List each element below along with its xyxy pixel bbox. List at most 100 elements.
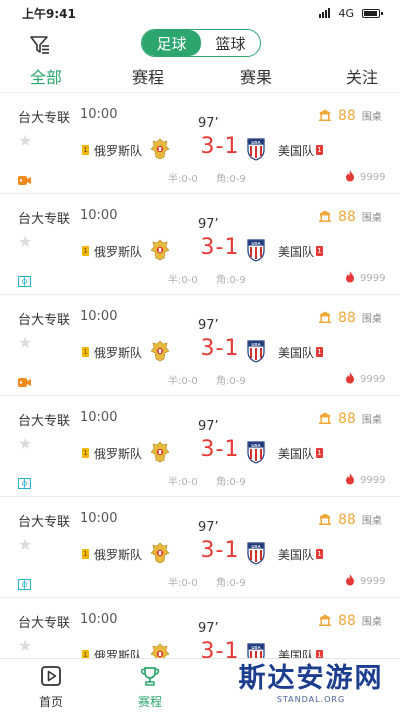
nav-home[interactable]: 首页 (21, 665, 81, 710)
usa-crest-icon: USA (246, 541, 266, 565)
heat-count: 9999 (360, 576, 386, 587)
bet-indicator: 88 围桌 (318, 510, 382, 529)
yellow-card-icon: 1 (82, 650, 89, 658)
match-time: 10:00 (80, 309, 118, 324)
yellow-card-icon: 1 (82, 448, 89, 458)
tab-schedule[interactable]: 赛程 (132, 64, 164, 88)
sport-tab-football[interactable]: 足球 (142, 30, 201, 56)
home-team: 俄罗斯队 (94, 649, 143, 658)
match-minute: 97’ (198, 116, 219, 131)
match-time: 10:00 (80, 208, 118, 223)
heat-indicator: 9999 (345, 170, 385, 185)
corner-count: 角:0-9 (216, 477, 246, 488)
corner-count: 角:0-9 (216, 275, 246, 286)
match-card[interactable]: 台大专联 10:00 ★ 97’ 88 围桌 1 俄罗斯队 3-1 USA 美国队 1 半:0-0 角:0… (0, 92, 400, 193)
home-team: 俄罗斯队 (94, 245, 143, 259)
home-team: 俄罗斯队 (94, 346, 143, 360)
bet-label: 围桌 (361, 213, 382, 224)
match-minute: 97’ (198, 217, 219, 232)
home-team: 俄罗斯队 (94, 144, 143, 158)
match-card[interactable]: 台大专联 10:00 ★ 97’ 88 围桌 1 俄罗斯队 3-1 USA 美国队 1 半:0-0 角:0… (0, 294, 400, 395)
russia-crest-icon (150, 339, 170, 363)
away-team: 美国队 (278, 245, 315, 259)
star-icon[interactable]: ★ (18, 537, 32, 553)
filter-tabs: 全部 赛程 赛果 关注 (0, 64, 400, 90)
red-card-icon: 1 (316, 650, 323, 658)
match-score: 3-1 (200, 639, 240, 658)
bet-count: 88 (338, 107, 356, 124)
league-name: 台大专联 (18, 313, 71, 328)
network-type: 4G (338, 6, 354, 20)
away-team: 美国队 (278, 346, 315, 360)
corner-count: 角:0-9 (216, 578, 246, 589)
tab-follow[interactable]: 关注 (346, 64, 378, 88)
star-icon[interactable]: ★ (18, 234, 32, 250)
bet-indicator: 88 围桌 (318, 409, 382, 428)
star-icon[interactable]: ★ (18, 133, 32, 149)
match-score: 3-1 (200, 235, 240, 260)
flame-icon (345, 473, 355, 488)
match-card[interactable]: 台大专联 10:00 ★ 97’ 88 围桌 1 俄罗斯队 3-1 USA 美国队 1 半:0-0 角:0… (0, 496, 400, 597)
match-card[interactable]: 台大专联 10:00 ★ 97’ 88 围桌 1 俄罗斯队 3-1 USA 美国队 1 (0, 597, 400, 658)
trophy-icon (140, 667, 160, 686)
league-name: 台大专联 (18, 515, 71, 530)
yellow-card-icon: 1 (82, 549, 89, 559)
half-time-score: 半:0-0 (168, 174, 198, 185)
half-time-score: 半:0-0 (168, 275, 198, 286)
home-team: 俄罗斯队 (94, 447, 143, 461)
away-team: 美国队 (278, 649, 315, 658)
bet-count: 88 (338, 511, 356, 528)
half-time-score: 半:0-0 (168, 477, 198, 488)
bet-indicator: 88 围桌 (318, 106, 382, 125)
svg-text:USA: USA (251, 140, 261, 145)
video-icon[interactable] (18, 373, 31, 387)
tab-results[interactable]: 赛果 (240, 64, 272, 88)
tab-all[interactable]: 全部 (30, 64, 62, 88)
bet-label: 围桌 (361, 415, 382, 426)
animation-icon[interactable] (18, 575, 31, 590)
bet-count: 88 (338, 309, 356, 326)
filter-icon[interactable] (29, 34, 51, 56)
header: 足球 篮球 (0, 26, 400, 62)
match-card[interactable]: 台大专联 10:00 ★ 97’ 88 围桌 1 俄罗斯队 3-1 USA 美国队 1 半:0-0 角:0… (0, 395, 400, 496)
russia-crest-icon (150, 541, 170, 565)
match-card[interactable]: 台大专联 10:00 ★ 97’ 88 围桌 1 俄罗斯队 3-1 USA 美国队 1 半:0-0 角:0… (0, 193, 400, 294)
flame-icon (345, 574, 355, 589)
bet-indicator: 88 围桌 (318, 308, 382, 327)
usa-crest-icon: USA (246, 238, 266, 262)
animation-icon[interactable] (18, 474, 31, 489)
match-minute: 97’ (198, 318, 219, 333)
animation-icon[interactable] (18, 272, 31, 287)
star-icon[interactable]: ★ (18, 436, 32, 452)
sport-tab-basketball[interactable]: 篮球 (201, 30, 260, 56)
bet-indicator: 88 围桌 (318, 611, 382, 630)
match-minute: 97’ (198, 621, 219, 636)
bet-label: 围桌 (361, 112, 382, 123)
pavilion-icon (318, 308, 332, 327)
away-team: 美国队 (278, 447, 315, 461)
video-icon[interactable] (18, 171, 31, 185)
league-name: 台大专联 (18, 414, 71, 429)
nav-schedule[interactable]: 赛程 (120, 665, 180, 710)
match-score: 3-1 (200, 538, 240, 563)
corner-count: 角:0-9 (216, 174, 246, 185)
usa-crest-icon: USA (246, 137, 266, 161)
status-indicators: 4G (319, 6, 383, 20)
star-icon[interactable]: ★ (18, 335, 32, 351)
star-icon[interactable]: ★ (18, 638, 32, 654)
sport-toggle: 足球 篮球 (141, 29, 261, 57)
russia-crest-icon (150, 642, 170, 658)
heat-count: 9999 (360, 475, 386, 486)
match-time: 10:00 (80, 410, 118, 425)
watermark-sub: STANDAL.ORG (276, 695, 346, 704)
flame-icon (345, 372, 355, 387)
pavilion-icon (318, 510, 332, 529)
corner-count: 角:0-9 (216, 376, 246, 387)
bet-label: 围桌 (361, 516, 382, 527)
match-time: 10:00 (80, 612, 118, 627)
site-watermark: 斯达安游网 STANDAL.ORG (228, 663, 394, 709)
svg-text:USA: USA (251, 544, 261, 549)
match-score: 3-1 (200, 437, 240, 462)
match-time: 10:00 (80, 511, 118, 526)
heat-count: 9999 (360, 273, 386, 284)
